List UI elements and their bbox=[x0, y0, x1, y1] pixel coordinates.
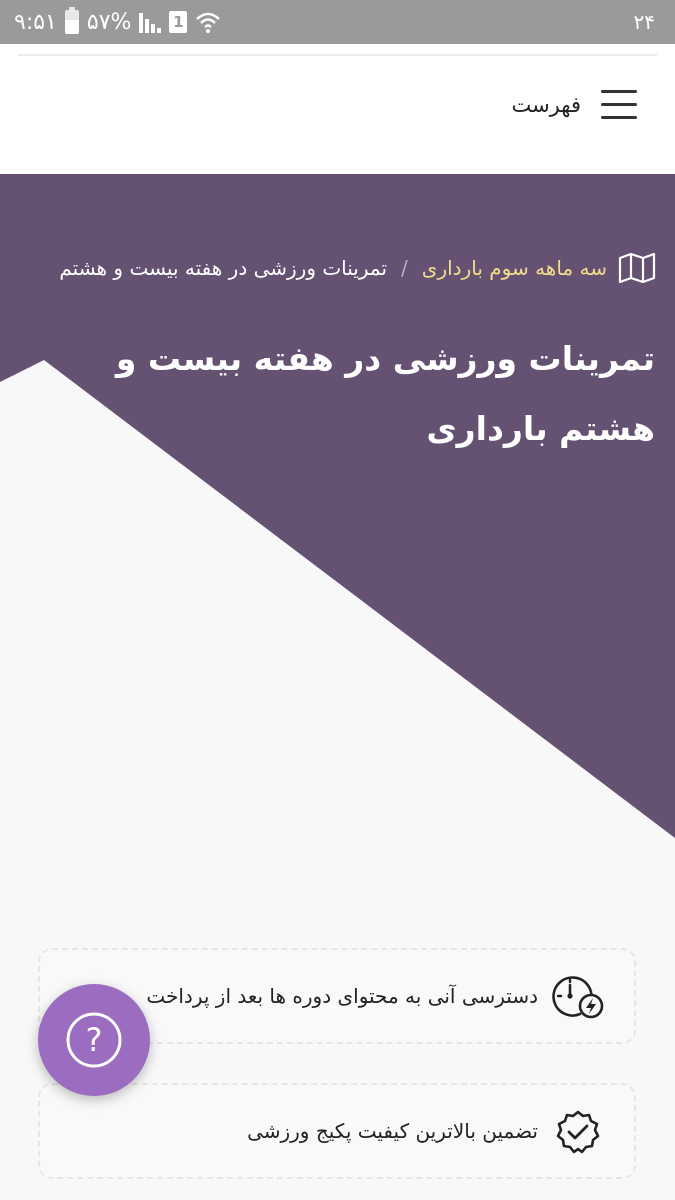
question-icon: ? bbox=[66, 1012, 122, 1068]
breadcrumb-current: تمرینات ورزشی در هفته بیست و هشتم bbox=[59, 256, 388, 280]
feature-card-quality: تضمین بالاترین کیفیت پکیج ورزشی bbox=[38, 1083, 636, 1179]
header-divider bbox=[18, 54, 657, 56]
map-icon bbox=[617, 252, 657, 284]
feature-text: تضمین بالاترین کیفیت پکیج ورزشی bbox=[247, 1119, 538, 1143]
signal-icon bbox=[139, 11, 162, 33]
status-left: ۹:۵۱ ۵۷% 1 bbox=[14, 0, 221, 44]
breadcrumb: سه ماهه سوم بارداری / تمرینات ورزشی در ه… bbox=[59, 252, 657, 284]
status-bar: ۹:۵۱ ۵۷% 1 ۲۴ bbox=[0, 0, 675, 44]
sim-icon: 1 bbox=[169, 11, 188, 33]
battery-percent: ۵۷% bbox=[86, 9, 132, 35]
page-title: تمرینات ورزشی در هفته بیست و هشتم باردار… bbox=[115, 339, 655, 448]
status-time: ۹:۵۱ bbox=[14, 9, 57, 35]
battery-icon bbox=[64, 7, 79, 34]
status-right-text: ۲۴ bbox=[633, 10, 655, 34]
hamburger-menu-icon[interactable] bbox=[601, 90, 637, 120]
wifi-icon bbox=[196, 12, 221, 33]
help-button[interactable]: ? bbox=[38, 984, 150, 1096]
menu-label[interactable]: فهرست bbox=[511, 90, 581, 120]
badge-check-icon bbox=[550, 1109, 606, 1155]
speedometer-bolt-icon bbox=[550, 974, 606, 1020]
breadcrumb-parent-link[interactable]: سه ماهه سوم بارداری bbox=[422, 256, 607, 280]
breadcrumb-separator: / bbox=[401, 256, 408, 280]
hero-section: سه ماهه سوم بارداری / تمرینات ورزشی در ه… bbox=[0, 174, 675, 874]
svg-text:?: ? bbox=[86, 1021, 103, 1059]
site-header: فهرست bbox=[0, 44, 675, 174]
feature-text: دسترسی آنی به محتوای دوره ها بعد از پردا… bbox=[146, 984, 538, 1008]
